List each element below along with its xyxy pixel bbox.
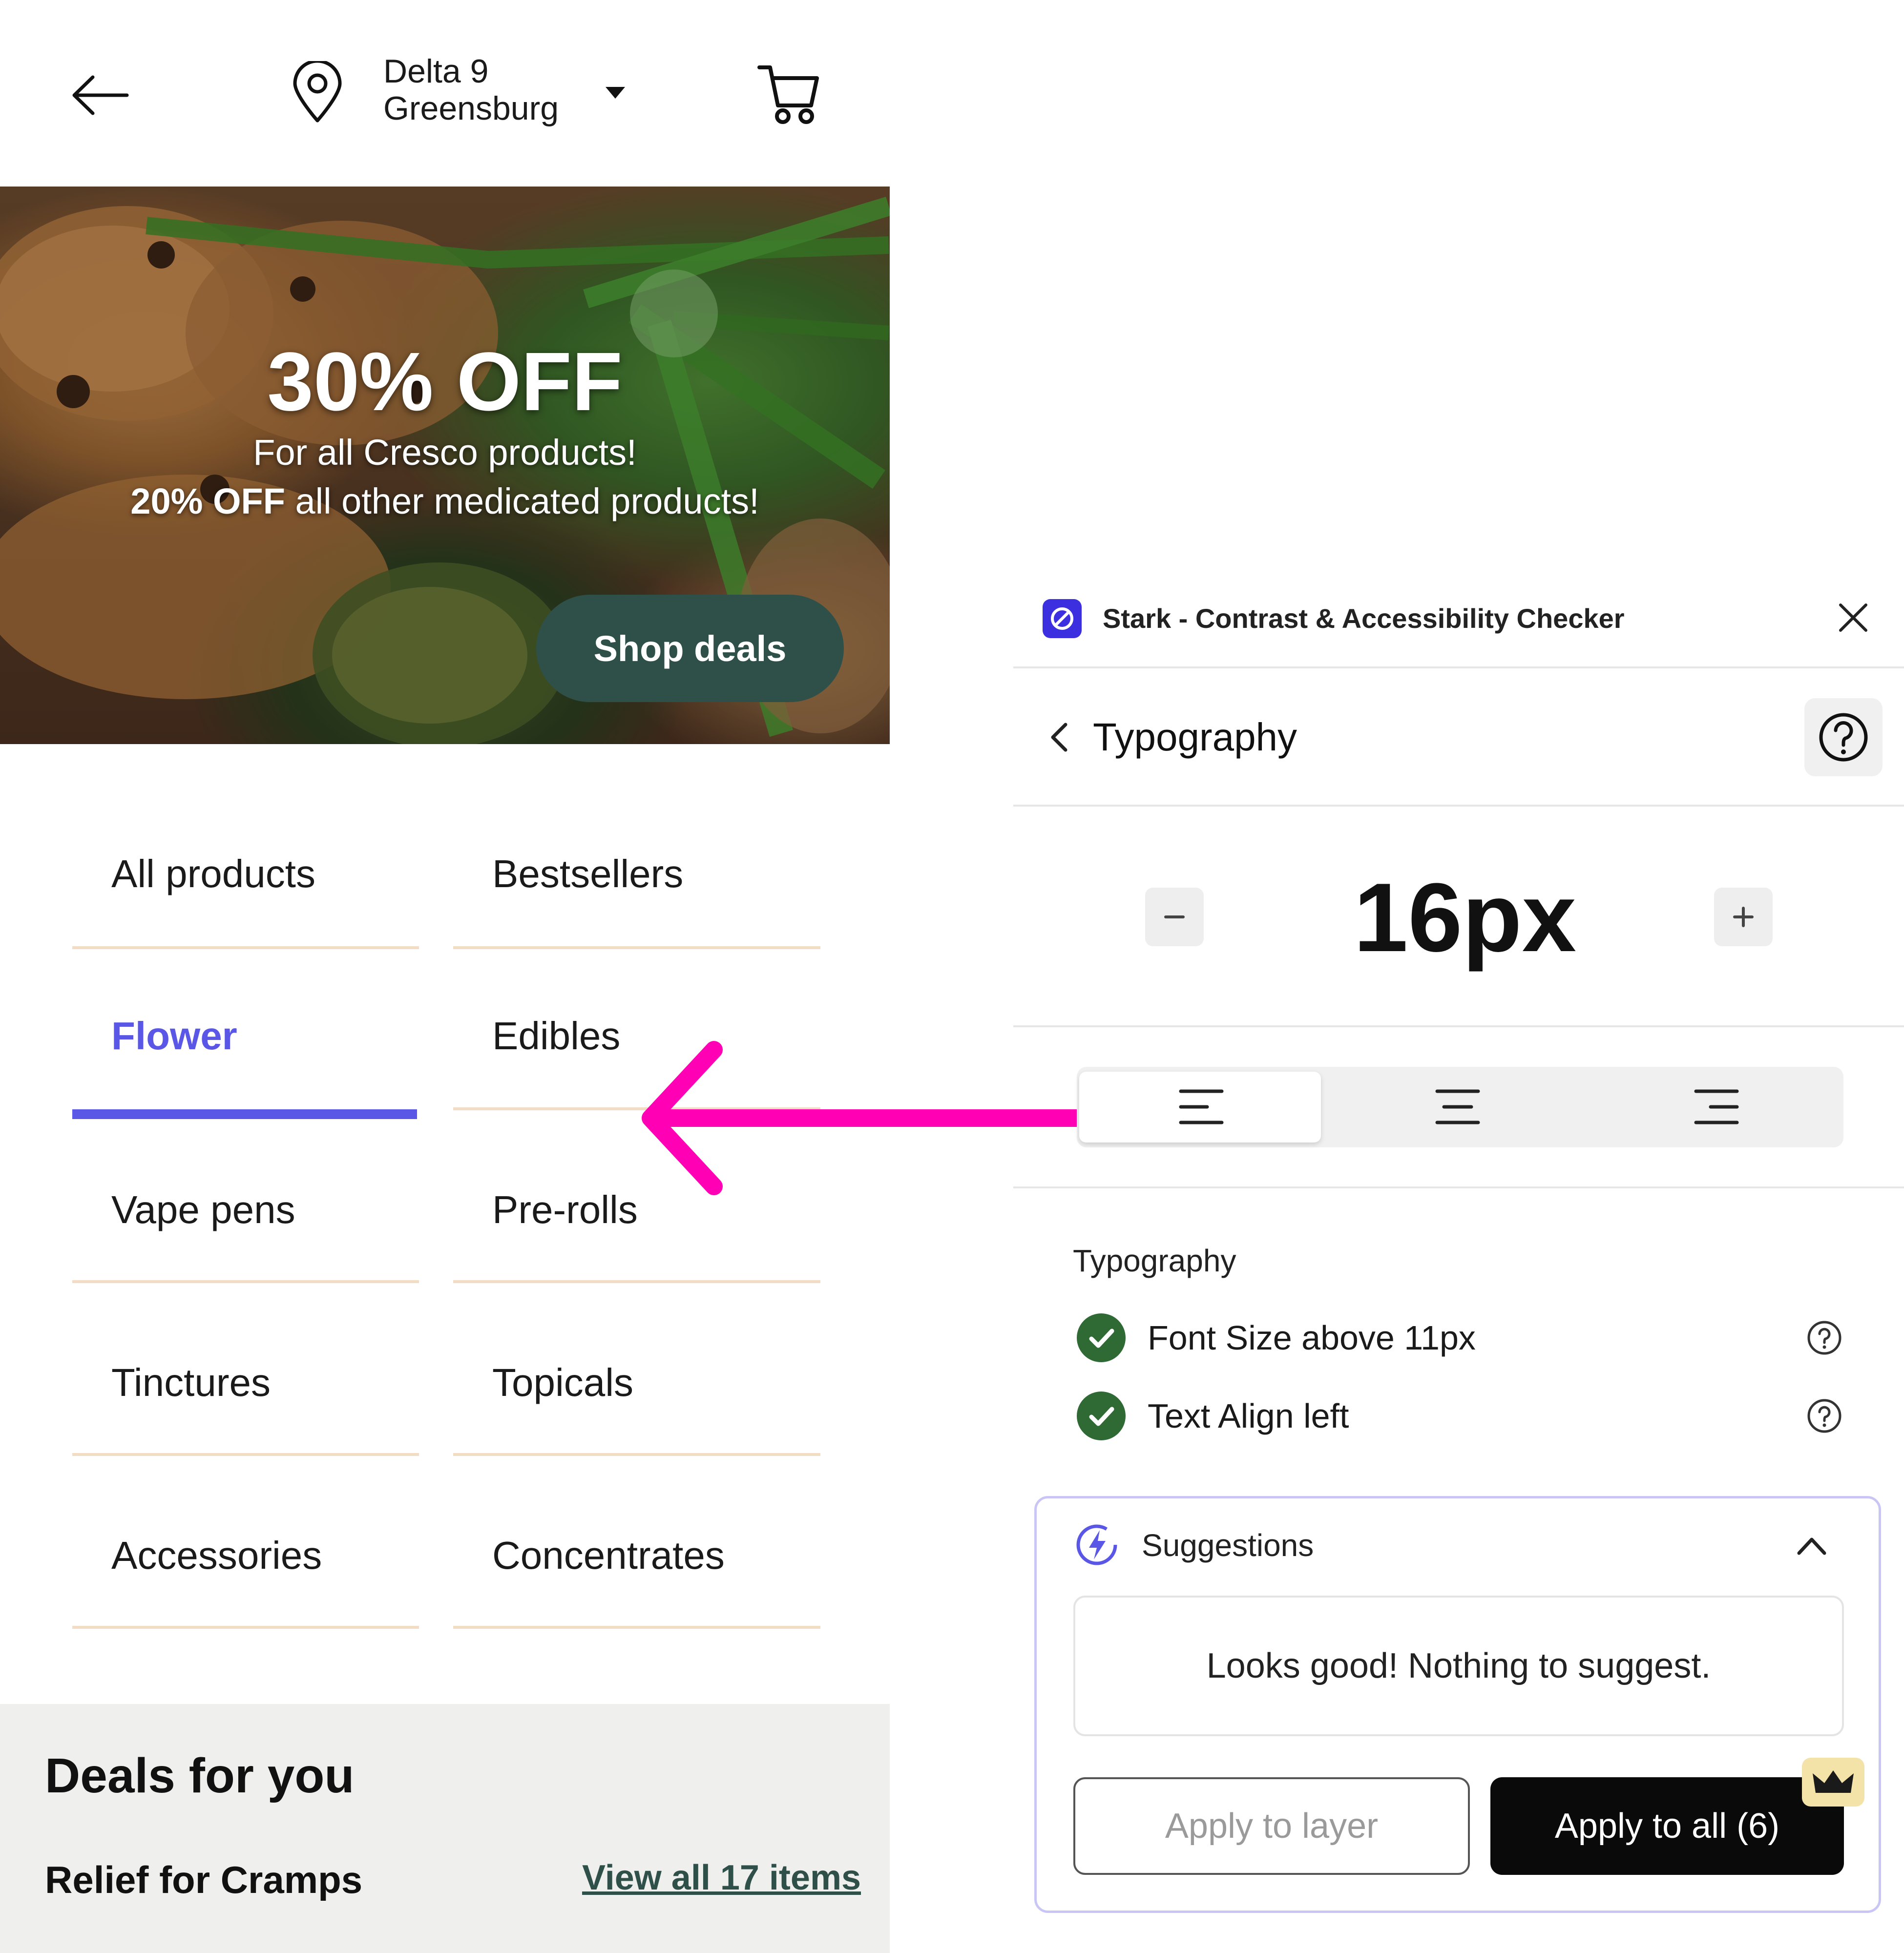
category-tinctures[interactable]: Tinctures xyxy=(111,1358,271,1407)
category-divider xyxy=(453,946,820,949)
check-pass-icon xyxy=(1077,1392,1126,1440)
suggestion-text: Looks good! Nothing to suggest. xyxy=(1206,1646,1711,1685)
chevron-left-icon xyxy=(1051,723,1067,752)
align-left-button[interactable] xyxy=(1079,1072,1321,1143)
increase-font-size-button[interactable] xyxy=(1714,888,1773,946)
view-all-link[interactable]: View all 17 items xyxy=(582,1858,861,1898)
deals-section xyxy=(0,1704,890,1953)
category-divider xyxy=(453,1453,820,1456)
promo-banner: 30% OFF For all Cresco products! 20% OFF… xyxy=(0,187,890,744)
align-center-icon xyxy=(1435,1089,1480,1124)
store-name[interactable]: Delta 9 xyxy=(383,53,488,90)
check-pass-icon xyxy=(1077,1313,1126,1362)
check-help-icon[interactable] xyxy=(1806,1397,1843,1434)
annotation-arrow xyxy=(642,1041,1132,1195)
header-divider xyxy=(1013,666,1904,668)
section-divider xyxy=(1013,1186,1904,1188)
apply-to-layer-button[interactable]: Apply to layer xyxy=(1073,1777,1470,1875)
close-icon xyxy=(1839,603,1867,632)
question-circle-icon xyxy=(1819,713,1868,762)
apply-to-all-button[interactable]: Apply to all (6) xyxy=(1490,1777,1844,1875)
category-topicals[interactable]: Topicals xyxy=(492,1358,633,1407)
page-title: Typography xyxy=(1093,715,1297,759)
check-text-align-label: Text Align left xyxy=(1148,1397,1349,1435)
align-right-icon xyxy=(1694,1089,1739,1124)
storefront-screen: Delta 9 Greensburg 30% OFF For all Cresc… xyxy=(0,0,890,1953)
lightning-icon xyxy=(1073,1521,1120,1568)
banner-subtitle-2-bold: 20% OFF xyxy=(130,481,285,521)
plus-icon xyxy=(1733,907,1754,927)
arrow-left-icon xyxy=(72,75,129,115)
shop-deals-button[interactable]: Shop deals xyxy=(536,595,844,702)
align-left-icon xyxy=(1179,1089,1224,1124)
category-accessories[interactable]: Accessories xyxy=(111,1531,322,1580)
category-divider xyxy=(453,1626,820,1629)
category-concentrates[interactable]: Concentrates xyxy=(492,1531,725,1580)
font-size-value: 16px xyxy=(1354,863,1576,972)
caret-down-icon xyxy=(606,87,625,99)
check-help-icon[interactable] xyxy=(1806,1319,1843,1356)
category-divider xyxy=(72,1280,419,1283)
category-divider xyxy=(72,1453,419,1456)
category-pre-rolls[interactable]: Pre-rolls xyxy=(492,1185,638,1234)
cart-button[interactable] xyxy=(754,59,823,127)
checks-heading: Typography xyxy=(1073,1243,1236,1278)
align-center-button[interactable] xyxy=(1336,1072,1577,1143)
suggestion-message: Looks good! Nothing to suggest. xyxy=(1073,1596,1844,1736)
plugin-title: Stark - Contrast & Accessibility Checker xyxy=(1103,603,1625,634)
shopping-cart-icon xyxy=(757,65,819,124)
back-to-checks-button[interactable] xyxy=(1045,718,1074,757)
chevron-up-icon xyxy=(1797,1537,1826,1555)
deals-title: Deals for you xyxy=(45,1748,355,1803)
align-right-button[interactable] xyxy=(1590,1072,1831,1143)
crown-icon xyxy=(1802,1758,1864,1807)
decrease-font-size-button[interactable] xyxy=(1145,888,1204,946)
section-divider xyxy=(1013,1025,1904,1027)
category-active-indicator xyxy=(72,1109,417,1119)
minus-icon xyxy=(1164,915,1185,918)
category-flower[interactable]: Flower xyxy=(111,1012,237,1060)
category-vape-pens[interactable]: Vape pens xyxy=(111,1185,295,1234)
close-button[interactable] xyxy=(1834,598,1873,637)
store-dropdown[interactable] xyxy=(601,83,630,103)
category-divider xyxy=(72,1626,419,1629)
category-bestsellers[interactable]: Bestsellers xyxy=(492,850,683,898)
deals-subtitle: Relief for Cramps xyxy=(45,1858,363,1901)
check-font-size-label: Font Size above 11px xyxy=(1148,1319,1476,1357)
section-divider xyxy=(1013,805,1904,807)
category-all-products[interactable]: All products xyxy=(111,850,315,898)
help-button[interactable] xyxy=(1804,698,1883,776)
category-divider xyxy=(453,1280,820,1283)
banner-subtitle-1: For all Cresco products! xyxy=(253,432,637,473)
banner-subtitle-2: 20% OFF all other medicated products! xyxy=(0,479,890,523)
collapse-suggestions-button[interactable] xyxy=(1792,1531,1831,1560)
category-edibles[interactable]: Edibles xyxy=(492,1012,620,1060)
banner-subtitle-2-rest: all other medicated products! xyxy=(285,481,759,521)
store-city[interactable]: Greensburg xyxy=(383,90,559,127)
map-pin-icon xyxy=(288,59,347,125)
back-button[interactable] xyxy=(68,68,132,122)
suggestions-title: Suggestions xyxy=(1142,1528,1314,1563)
banner-title: 30% OFF xyxy=(267,335,623,428)
category-divider xyxy=(72,946,419,949)
stark-logo-icon xyxy=(1043,599,1082,638)
